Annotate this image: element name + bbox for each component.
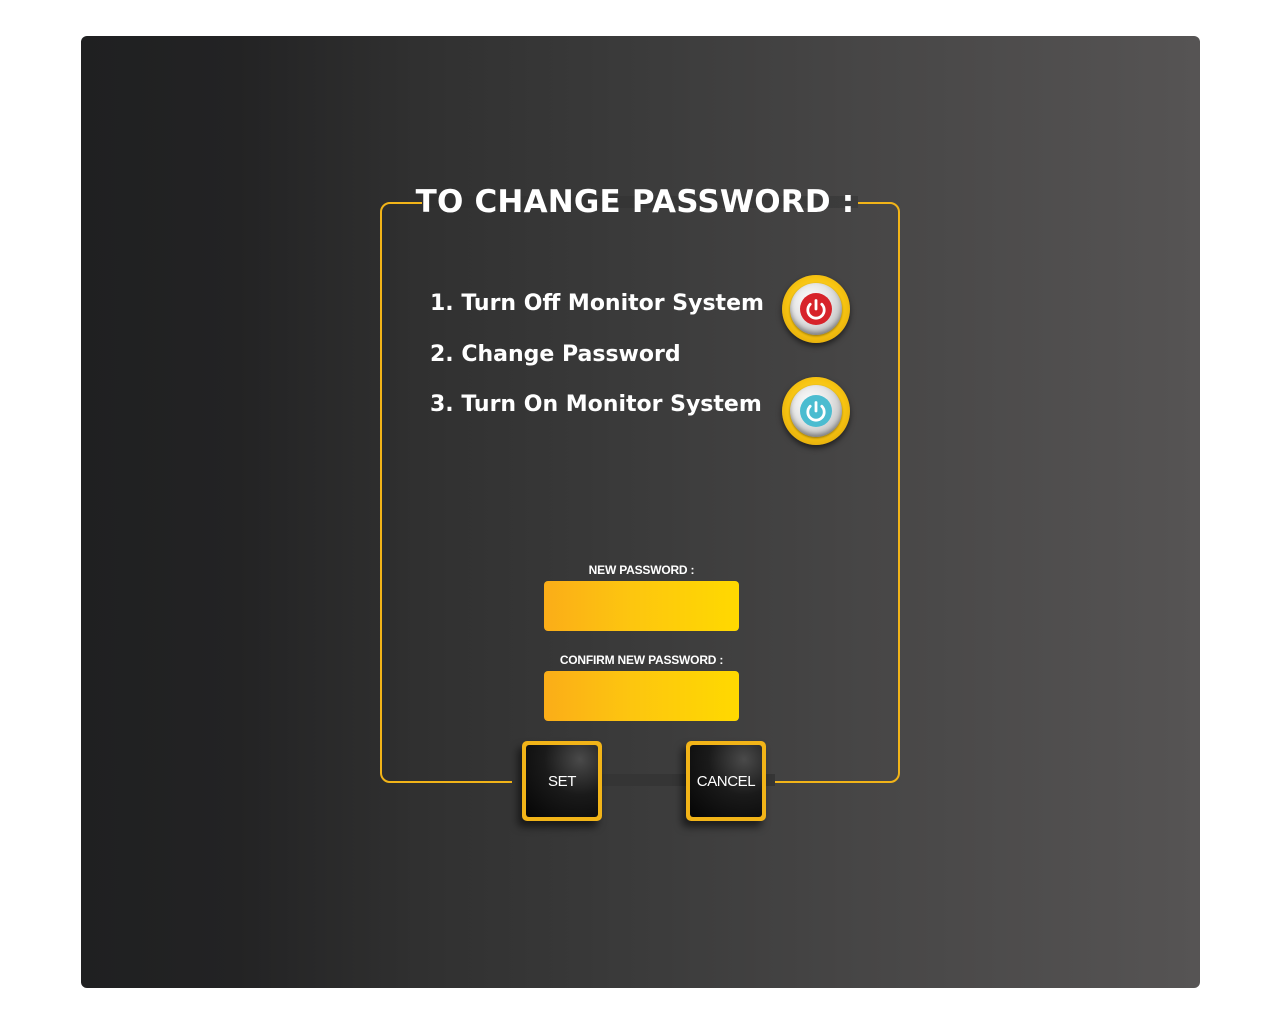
- confirm-password-label: CONFIRM NEW PASSWORD :: [559, 653, 724, 667]
- set-button-label: SET: [526, 745, 598, 817]
- power-on-button[interactable]: [782, 377, 850, 445]
- cancel-button[interactable]: CANCEL: [686, 741, 766, 821]
- power-off-icon: [790, 283, 842, 335]
- step-turn-off: 1. Turn Off Monitor System: [430, 291, 764, 316]
- power-off-button[interactable]: [782, 275, 850, 343]
- step-turn-on: 3. Turn On Monitor System: [430, 392, 762, 417]
- step-change-password: 2. Change Password: [430, 342, 681, 367]
- confirm-password-field[interactable]: [544, 671, 739, 721]
- new-password-field[interactable]: [544, 581, 739, 631]
- cancel-button-label: CANCEL: [690, 745, 762, 817]
- dialog-title: TO CHANGE PASSWORD :: [415, 184, 855, 220]
- new-password-label: NEW PASSWORD :: [588, 563, 695, 577]
- set-button[interactable]: SET: [522, 741, 602, 821]
- power-on-icon: [790, 385, 842, 437]
